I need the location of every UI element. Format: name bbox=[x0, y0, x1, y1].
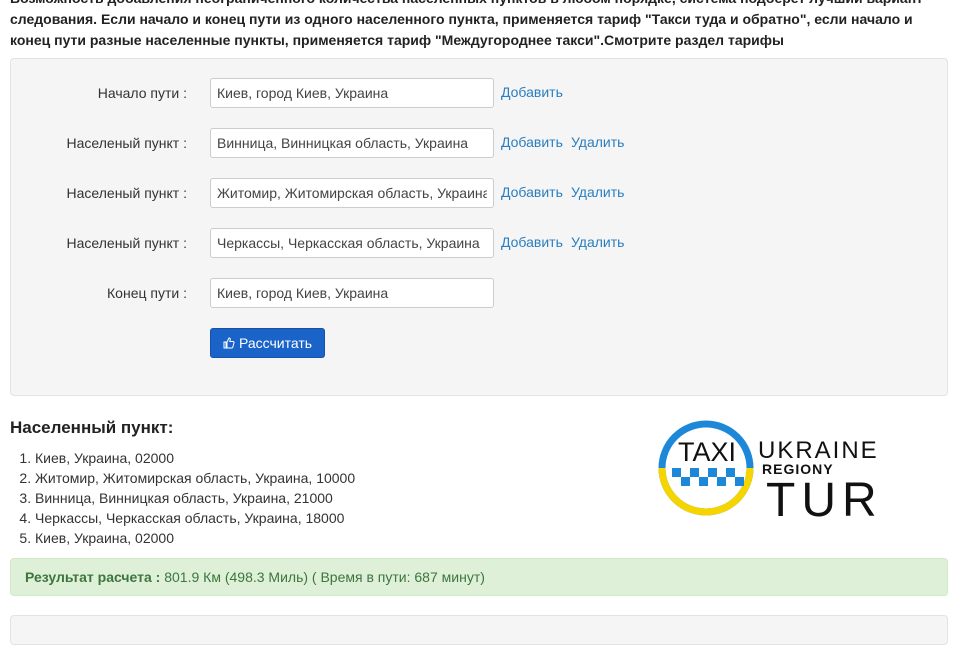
stop-label: Населеный пункт : bbox=[66, 235, 187, 251]
stop-label: Населеный пункт : bbox=[66, 185, 187, 201]
result-value: 801.9 Км (498.3 Миль) ( Время в пути: 68… bbox=[164, 569, 485, 585]
stop-row-3: Населеный пункт : Добавить Удалить bbox=[11, 228, 947, 258]
result-alert: Результат расчета : 801.9 Км (498.3 Миль… bbox=[10, 558, 948, 596]
checker-pattern-icon bbox=[672, 468, 744, 486]
logo-ukraine-text: UKRAINE bbox=[758, 437, 879, 464]
stop-add-link-3[interactable]: Добавить bbox=[501, 234, 563, 250]
stop-add-link-1[interactable]: Добавить bbox=[501, 134, 563, 150]
stop-label: Населеный пункт : bbox=[66, 135, 187, 151]
logo-taxi-text: TAXI bbox=[678, 437, 736, 467]
end-input[interactable] bbox=[210, 278, 494, 308]
taxi-ukraine-logo: TAXI UKRAINE REGIONY TUR bbox=[658, 420, 883, 524]
calculate-label: Рассчитать bbox=[239, 335, 313, 351]
route-heading: Населенный пункт: bbox=[10, 418, 174, 437]
logo-tur-text: TUR bbox=[766, 474, 883, 524]
stop-remove-link-3[interactable]: Удалить bbox=[571, 234, 624, 250]
list-item: Киев, Украина, 02000 bbox=[35, 528, 355, 548]
stop-input-1[interactable] bbox=[210, 128, 494, 158]
bottom-panel bbox=[10, 615, 948, 645]
stop-row-2: Населеный пункт : Добавить Удалить bbox=[11, 178, 947, 208]
intro-text: Возможность добавления неограниченного к… bbox=[10, 0, 923, 48]
start-row: Начало пути : Добавить bbox=[11, 78, 947, 108]
route-form: Начало пути : Добавить Населеный пункт :… bbox=[10, 58, 948, 396]
stop-input-2[interactable] bbox=[210, 178, 494, 208]
calculate-button[interactable]: Рассчитать bbox=[210, 328, 326, 358]
list-item: Киев, Украина, 02000 bbox=[35, 448, 355, 468]
stop-row-1: Населеный пункт : Добавить Удалить bbox=[11, 128, 947, 158]
end-label: Конец пути : bbox=[107, 285, 187, 301]
start-label: Начало пути : bbox=[97, 85, 187, 101]
stop-input-3[interactable] bbox=[210, 228, 494, 258]
end-row: Конец пути : bbox=[11, 278, 947, 308]
stop-remove-link-2[interactable]: Удалить bbox=[571, 184, 624, 200]
start-add-link[interactable]: Добавить bbox=[501, 84, 563, 100]
list-item: Черкассы, Черкасская область, Украина, 1… bbox=[35, 508, 355, 528]
start-input[interactable] bbox=[210, 78, 494, 108]
thumbs-up-icon bbox=[223, 337, 235, 349]
stop-add-link-2[interactable]: Добавить bbox=[501, 184, 563, 200]
stop-remove-link-1[interactable]: Удалить bbox=[571, 134, 624, 150]
result-label: Результат расчета : bbox=[25, 569, 161, 585]
route-list: Киев, Украина, 02000 Житомир, Житомирска… bbox=[10, 448, 355, 548]
list-item: Житомир, Житомирская область, Украина, 1… bbox=[35, 468, 355, 488]
list-item: Винница, Винницкая область, Украина, 210… bbox=[35, 488, 355, 508]
